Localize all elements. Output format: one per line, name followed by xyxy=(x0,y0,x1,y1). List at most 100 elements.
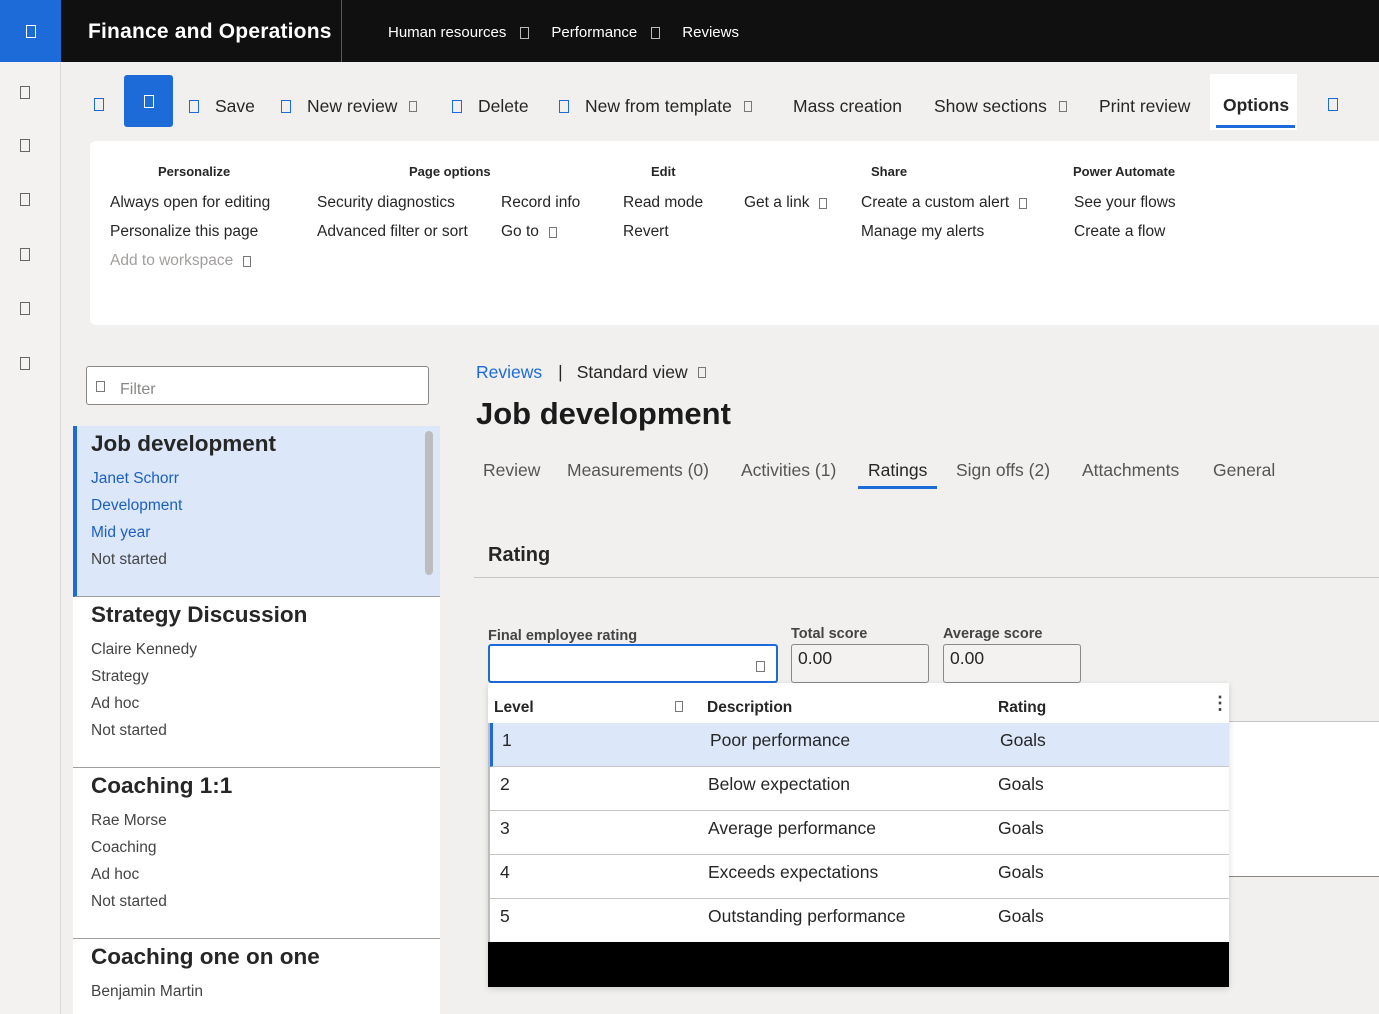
group-header-share: Share xyxy=(871,164,908,179)
table-row[interactable]: 4 Exceeds expectations Goals xyxy=(490,855,1229,899)
tab-measurements[interactable]: Measurements (0) xyxy=(567,460,709,481)
cell-rating: Goals xyxy=(998,818,1044,838)
left-navigation xyxy=(0,62,61,1014)
new-review-button[interactable]: New review xyxy=(281,96,433,117)
options-ribbon: Personalize Always open for editing Pers… xyxy=(90,141,1379,325)
chevron-down-icon[interactable] xyxy=(756,661,765,672)
table-row[interactable]: 3 Average performance Goals xyxy=(490,811,1229,855)
go-to-label: Go to xyxy=(501,223,539,240)
cell-rating: Goals xyxy=(1000,730,1046,750)
tab-activities[interactable]: Activities (1) xyxy=(741,460,836,481)
search-icon xyxy=(96,381,105,392)
more-options-icon[interactable]: ⋮ xyxy=(1211,693,1229,714)
advanced-filter-label: Advanced filter or sort xyxy=(317,223,468,240)
lookup-header: Level Description Rating ⋮ xyxy=(488,683,1229,723)
tab-attachments[interactable]: Attachments xyxy=(1082,460,1179,481)
manage-my-alerts-button[interactable]: Manage my alerts xyxy=(861,223,984,241)
add-to-workspace-button[interactable]: Add to workspace xyxy=(110,252,252,270)
tab-options[interactable]: Options xyxy=(1210,74,1297,130)
final-rating-combobox[interactable] xyxy=(488,644,778,683)
breadcrumb-performance[interactable]: Performance xyxy=(551,24,637,41)
revert-button[interactable]: Revert xyxy=(623,223,669,241)
security-diagnostics-label: Security diagnostics xyxy=(317,194,455,211)
list-item[interactable]: Strategy Discussion Claire Kennedy Strat… xyxy=(73,597,440,768)
column-header-description[interactable]: Description xyxy=(707,699,792,717)
list-scrollbar[interactable] xyxy=(425,431,433,575)
column-header-rating[interactable]: Rating xyxy=(998,699,1046,717)
breadcrumb-reviews[interactable]: Reviews xyxy=(682,24,739,41)
always-open-for-editing-label: Always open for editing xyxy=(110,194,271,211)
print-review-button[interactable]: Print review xyxy=(1099,96,1190,117)
cell-level: 1 xyxy=(502,730,512,750)
tab-general[interactable]: General xyxy=(1213,460,1275,481)
edit-icon xyxy=(143,94,154,108)
section-title[interactable]: Rating xyxy=(488,544,550,567)
back-icon[interactable] xyxy=(94,98,104,111)
create-custom-alert-button[interactable]: Create a custom alert xyxy=(861,194,1028,212)
list-item-period[interactable]: Mid year xyxy=(91,524,150,542)
app-launcher-button[interactable] xyxy=(0,0,61,62)
list-item[interactable]: Coaching 1:1 Rae Morse Coaching Ad hoc N… xyxy=(73,768,440,939)
active-tab-underline xyxy=(858,486,937,489)
record-info-button[interactable]: Record info xyxy=(501,194,580,212)
create-a-flow-button[interactable]: Create a flow xyxy=(1074,223,1165,241)
table-row[interactable]: 1 Poor performance Goals xyxy=(490,723,1229,767)
app-title[interactable]: Finance and Operations xyxy=(88,20,332,44)
new-from-template-label: New from template xyxy=(585,96,732,116)
table-row[interactable]: 5 Outstanding performance Goals xyxy=(490,899,1229,943)
save-button[interactable]: Save xyxy=(189,96,255,117)
home-icon[interactable] xyxy=(20,139,30,152)
workspaces-icon[interactable] xyxy=(20,302,30,315)
hamburger-icon[interactable] xyxy=(20,86,30,99)
see-your-flows-button[interactable]: See your flows xyxy=(1074,194,1176,212)
list-item[interactable]: Coaching one on one Benjamin Martin xyxy=(73,939,440,1014)
list-item-employee[interactable]: Janet Schorr xyxy=(91,470,179,488)
table-row[interactable]: 2 Below expectation Goals xyxy=(490,767,1229,811)
mass-creation-button[interactable]: Mass creation xyxy=(793,96,902,117)
top-bar: Finance and Operations Human resources P… xyxy=(0,0,1379,62)
chevron-down-icon xyxy=(409,101,418,112)
breadcrumb-human-resources[interactable]: Human resources xyxy=(388,24,506,41)
view-selector[interactable]: Standard view xyxy=(577,362,688,383)
show-sections-button[interactable]: Show sections xyxy=(934,96,1083,117)
tab-review[interactable]: Review xyxy=(483,460,540,481)
cell-level: 4 xyxy=(500,862,510,882)
search-icon[interactable] xyxy=(1328,98,1338,111)
cell-description: Below expectation xyxy=(708,774,851,794)
chevron-down-icon xyxy=(1058,101,1067,112)
chevron-right-icon xyxy=(520,26,530,39)
waffle-icon xyxy=(25,24,36,38)
background-grid-panel xyxy=(1228,721,1379,877)
filter-icon[interactable] xyxy=(675,701,683,712)
cell-description: Exceeds expectations xyxy=(708,862,879,882)
breadcrumb-separator: | xyxy=(558,362,563,382)
list-item[interactable]: Job development Janet Schorr Development… xyxy=(73,426,440,597)
advanced-filter-button[interactable]: Advanced filter or sort xyxy=(317,223,468,241)
edit-button[interactable] xyxy=(124,75,173,127)
revert-label: Revert xyxy=(623,223,669,240)
tab-sign-offs[interactable]: Sign offs (2) xyxy=(956,460,1050,481)
go-to-button[interactable]: Go to xyxy=(501,223,557,241)
total-score-field: 0.00 xyxy=(791,644,929,683)
recent-icon[interactable] xyxy=(20,248,30,261)
chevron-down-icon xyxy=(819,197,828,209)
list-item-type[interactable]: Development xyxy=(91,497,182,515)
personalize-this-page-button[interactable]: Personalize this page xyxy=(110,223,258,241)
column-header-level[interactable]: Level xyxy=(494,699,534,717)
tab-ratings[interactable]: Ratings xyxy=(868,460,927,481)
security-diagnostics-button[interactable]: Security diagnostics xyxy=(317,194,455,212)
delete-button[interactable]: Delete xyxy=(452,96,529,117)
new-from-template-button[interactable]: New from template xyxy=(559,96,768,117)
cell-level: 3 xyxy=(500,818,510,838)
breadcrumb-reviews-link[interactable]: Reviews xyxy=(476,362,542,383)
read-mode-button[interactable]: Read mode xyxy=(623,194,703,212)
total-score-label: Total score xyxy=(791,626,868,642)
print-review-label: Print review xyxy=(1099,96,1191,116)
get-a-link-button[interactable]: Get a link xyxy=(744,194,828,212)
always-open-for-editing-button[interactable]: Always open for editing xyxy=(110,194,270,212)
filter-input[interactable] xyxy=(120,381,410,399)
favorites-icon[interactable] xyxy=(20,193,30,206)
modules-icon[interactable] xyxy=(20,357,30,370)
chevron-down-icon[interactable] xyxy=(697,367,706,378)
filter-field[interactable] xyxy=(86,366,429,405)
